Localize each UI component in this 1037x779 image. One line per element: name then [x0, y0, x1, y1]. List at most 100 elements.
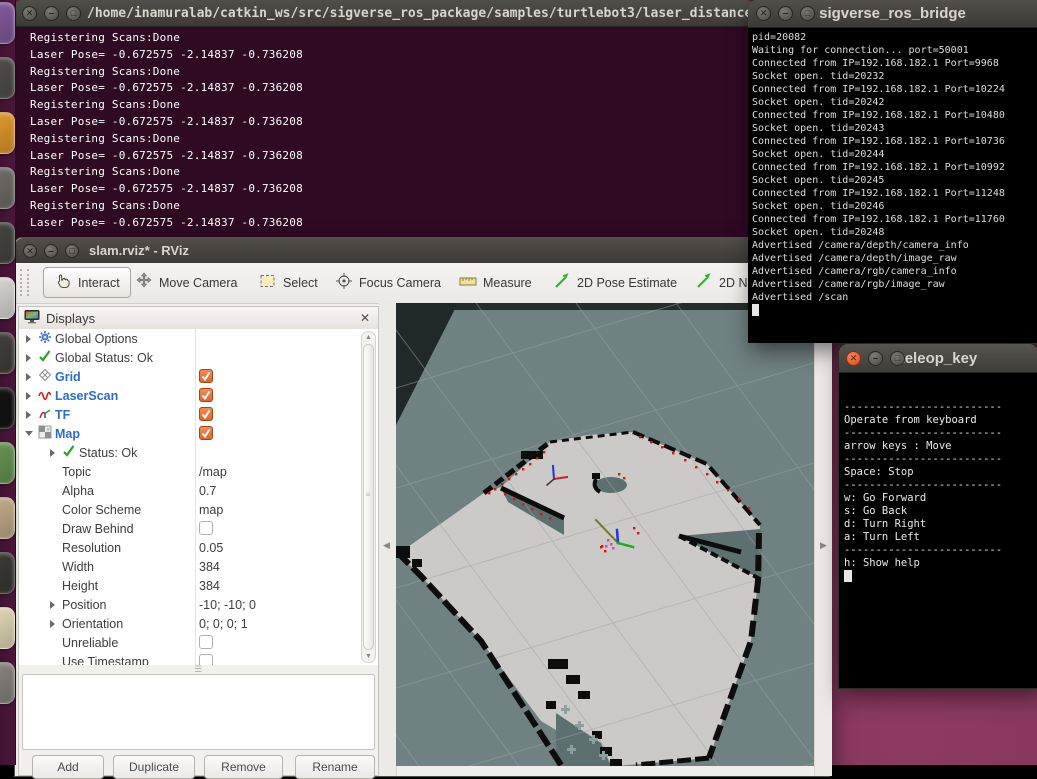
minimize-icon[interactable]: ‒	[778, 6, 793, 21]
chevron-right-icon[interactable]	[48, 620, 62, 628]
tree-value[interactable]: 0.05	[199, 541, 223, 555]
maximize-icon[interactable]: □	[800, 6, 815, 21]
tree-row-resolution[interactable]: Resolution0.05	[19, 538, 378, 557]
tree-value[interactable]: 0; 0; 0; 1	[199, 617, 248, 631]
chevron-right-icon[interactable]	[24, 392, 38, 400]
launcher-item-archive-z-icon[interactable]	[0, 662, 15, 704]
tool-select-button[interactable]: Select	[255, 267, 322, 298]
terminal-window-teleop[interactable]: ✕ ‒ □ teleop_key -----------------------…	[838, 343, 1037, 689]
chevron-right-icon[interactable]	[48, 449, 62, 457]
tree-row-global-options[interactable]: Global Options	[19, 329, 378, 348]
tree-row-tf[interactable]: TF	[19, 405, 378, 424]
launcher-item-white-app-icon[interactable]	[0, 277, 15, 319]
tree-row-draw-behind[interactable]: Draw Behind	[19, 519, 378, 538]
close-icon[interactable]: ✕	[23, 244, 37, 258]
move-icon	[135, 272, 153, 293]
tree-row-position[interactable]: Position-10; -10; 0	[19, 595, 378, 614]
maximize-icon[interactable]: □	[65, 244, 79, 258]
checkbox-checked[interactable]	[199, 369, 213, 383]
close-icon[interactable]: ✕	[22, 6, 37, 21]
tree-row-unreliable[interactable]: Unreliable	[19, 633, 378, 652]
tree-label: Draw Behind	[62, 522, 134, 536]
launcher-item-app-grey-icon[interactable]	[0, 167, 15, 209]
titlebar-teleop[interactable]: ✕ ‒ □ teleop_key	[839, 344, 1037, 373]
close-icon[interactable]: ✕	[357, 310, 373, 326]
titlebar-laser[interactable]: ✕ ‒ □ /home/inamuralab/catkin_ws/src/sig…	[14, 0, 754, 27]
scroll-up-icon[interactable]: ▲	[362, 334, 375, 341]
chevron-right-icon[interactable]	[24, 373, 38, 381]
tree-value[interactable]: -10; -10; 0	[199, 598, 256, 612]
tree-value[interactable]: 384	[199, 579, 220, 593]
chevron-right-icon[interactable]	[24, 335, 38, 343]
tool-2d-pose-estimate-button[interactable]: 2D Pose Estimate	[549, 267, 681, 298]
tree-row-color-scheme[interactable]: Color Schememap	[19, 500, 378, 519]
rviz-window[interactable]: ✕ ‒ □ slam.rviz* - RViz InteractMove Cam…	[14, 237, 830, 777]
launcher-item-update-manager-icon[interactable]	[0, 497, 15, 539]
checkbox-unchecked[interactable]	[199, 635, 213, 649]
chevron-down-icon[interactable]	[24, 431, 38, 436]
launcher-item-software-center-icon[interactable]	[0, 112, 15, 154]
tool-move-camera-button[interactable]: Move Camera	[131, 267, 242, 298]
terminal-window-bridge[interactable]: ✕ ‒ □ sigverse_ros_bridge pid=20082Waiti…	[748, 0, 1037, 343]
minimize-icon[interactable]: ‒	[44, 6, 59, 21]
launcher-item-dash-home-icon[interactable]	[0, 2, 15, 44]
tree-row-width[interactable]: Width384	[19, 557, 378, 576]
collapse-left-icon[interactable]: ◀	[383, 540, 390, 551]
duplicate-button[interactable]: Duplicate	[113, 755, 195, 779]
tool-measure-button[interactable]: Measure	[455, 267, 536, 298]
launcher-item-ubuntu-one-icon[interactable]	[0, 332, 15, 374]
checkbox-unchecked[interactable]	[199, 521, 213, 535]
terminal-output[interactable]: -------------------------Operate from ke…	[844, 375, 1002, 570]
maximize-icon[interactable]: □	[890, 351, 905, 366]
collapse-right-icon[interactable]: ▶	[820, 540, 827, 551]
toolbar-grip[interactable]	[20, 269, 29, 296]
terminal-output[interactable]: Registering Scans:DoneLaser Pose= -0.672…	[30, 30, 303, 232]
chevron-right-icon[interactable]	[24, 411, 38, 419]
terminal-window-laser[interactable]: ✕ ‒ □ /home/inamuralab/catkin_ws/src/sig…	[14, 0, 754, 243]
scrollbar[interactable]: ▲ ≡ ▼	[361, 331, 376, 663]
launcher-item-screen-app-icon[interactable]	[0, 387, 15, 429]
close-icon[interactable]: ✕	[756, 6, 771, 21]
titlebar-rviz[interactable]: ✕ ‒ □ slam.rviz* - RViz	[15, 238, 829, 264]
tree-row-global-status-ok[interactable]: Global Status: Ok	[19, 348, 378, 367]
terminal-output[interactable]: pid=20082Waiting for connection... port=…	[752, 31, 1005, 304]
tree-row-orientation[interactable]: Orientation0; 0; 0; 1	[19, 614, 378, 633]
tree-row-alpha[interactable]: Alpha0.7	[19, 481, 378, 500]
terminal-line: Socket open. tid=20248	[752, 226, 1005, 239]
remove-button[interactable]: Remove	[204, 755, 283, 779]
launcher-item-files-icon[interactable]	[0, 57, 15, 99]
tree-value[interactable]: /map	[199, 465, 227, 479]
tree-value[interactable]: 384	[199, 560, 220, 574]
launcher-item-photos-icon[interactable]	[0, 442, 15, 484]
tool-focus-camera-button[interactable]: Focus Camera	[331, 267, 445, 298]
checkbox-checked[interactable]	[199, 388, 213, 402]
maximize-icon[interactable]: □	[66, 6, 81, 21]
tool-interact-button[interactable]: Interact	[43, 267, 131, 298]
tree-value[interactable]: map	[199, 503, 223, 517]
minimize-icon[interactable]: ‒	[44, 244, 58, 258]
terminal-line: Laser Pose= -0.672575 -2.14837 -0.736208	[30, 181, 303, 198]
close-icon[interactable]: ✕	[846, 351, 861, 366]
tree-value[interactable]: 0.7	[199, 484, 216, 498]
launcher-item-terminal-2-icon[interactable]	[0, 552, 15, 594]
launcher-item-terminal-icon[interactable]	[0, 222, 15, 264]
3d-viewport[interactable]	[396, 303, 814, 766]
minimize-icon[interactable]: ‒	[868, 351, 883, 366]
scroll-down-icon[interactable]: ▼	[362, 653, 375, 660]
add-button[interactable]: Add	[32, 755, 104, 779]
rename-button[interactable]: Rename	[295, 755, 375, 779]
displays-panel-header[interactable]: Displays ✕	[19, 307, 378, 330]
tree-row-laserscan[interactable]: LaserScan	[19, 386, 378, 405]
chevron-right-icon[interactable]	[24, 354, 38, 362]
checkbox-checked[interactable]	[199, 426, 213, 440]
checkbox-checked[interactable]	[199, 407, 213, 421]
chevron-right-icon[interactable]	[48, 601, 62, 609]
tree-row-status-ok[interactable]: Status: Ok	[19, 443, 378, 462]
panel-splitter[interactable]: ☰	[19, 667, 378, 674]
titlebar-bridge[interactable]: ✕ ‒ □ sigverse_ros_bridge	[748, 0, 1037, 28]
tree-row-map[interactable]: Map	[19, 424, 378, 443]
launcher-item-document-icon[interactable]	[0, 607, 15, 649]
tree-row-height[interactable]: Height384	[19, 576, 378, 595]
tree-row-topic[interactable]: Topic/map	[19, 462, 378, 481]
tree-row-grid[interactable]: Grid	[19, 367, 378, 386]
